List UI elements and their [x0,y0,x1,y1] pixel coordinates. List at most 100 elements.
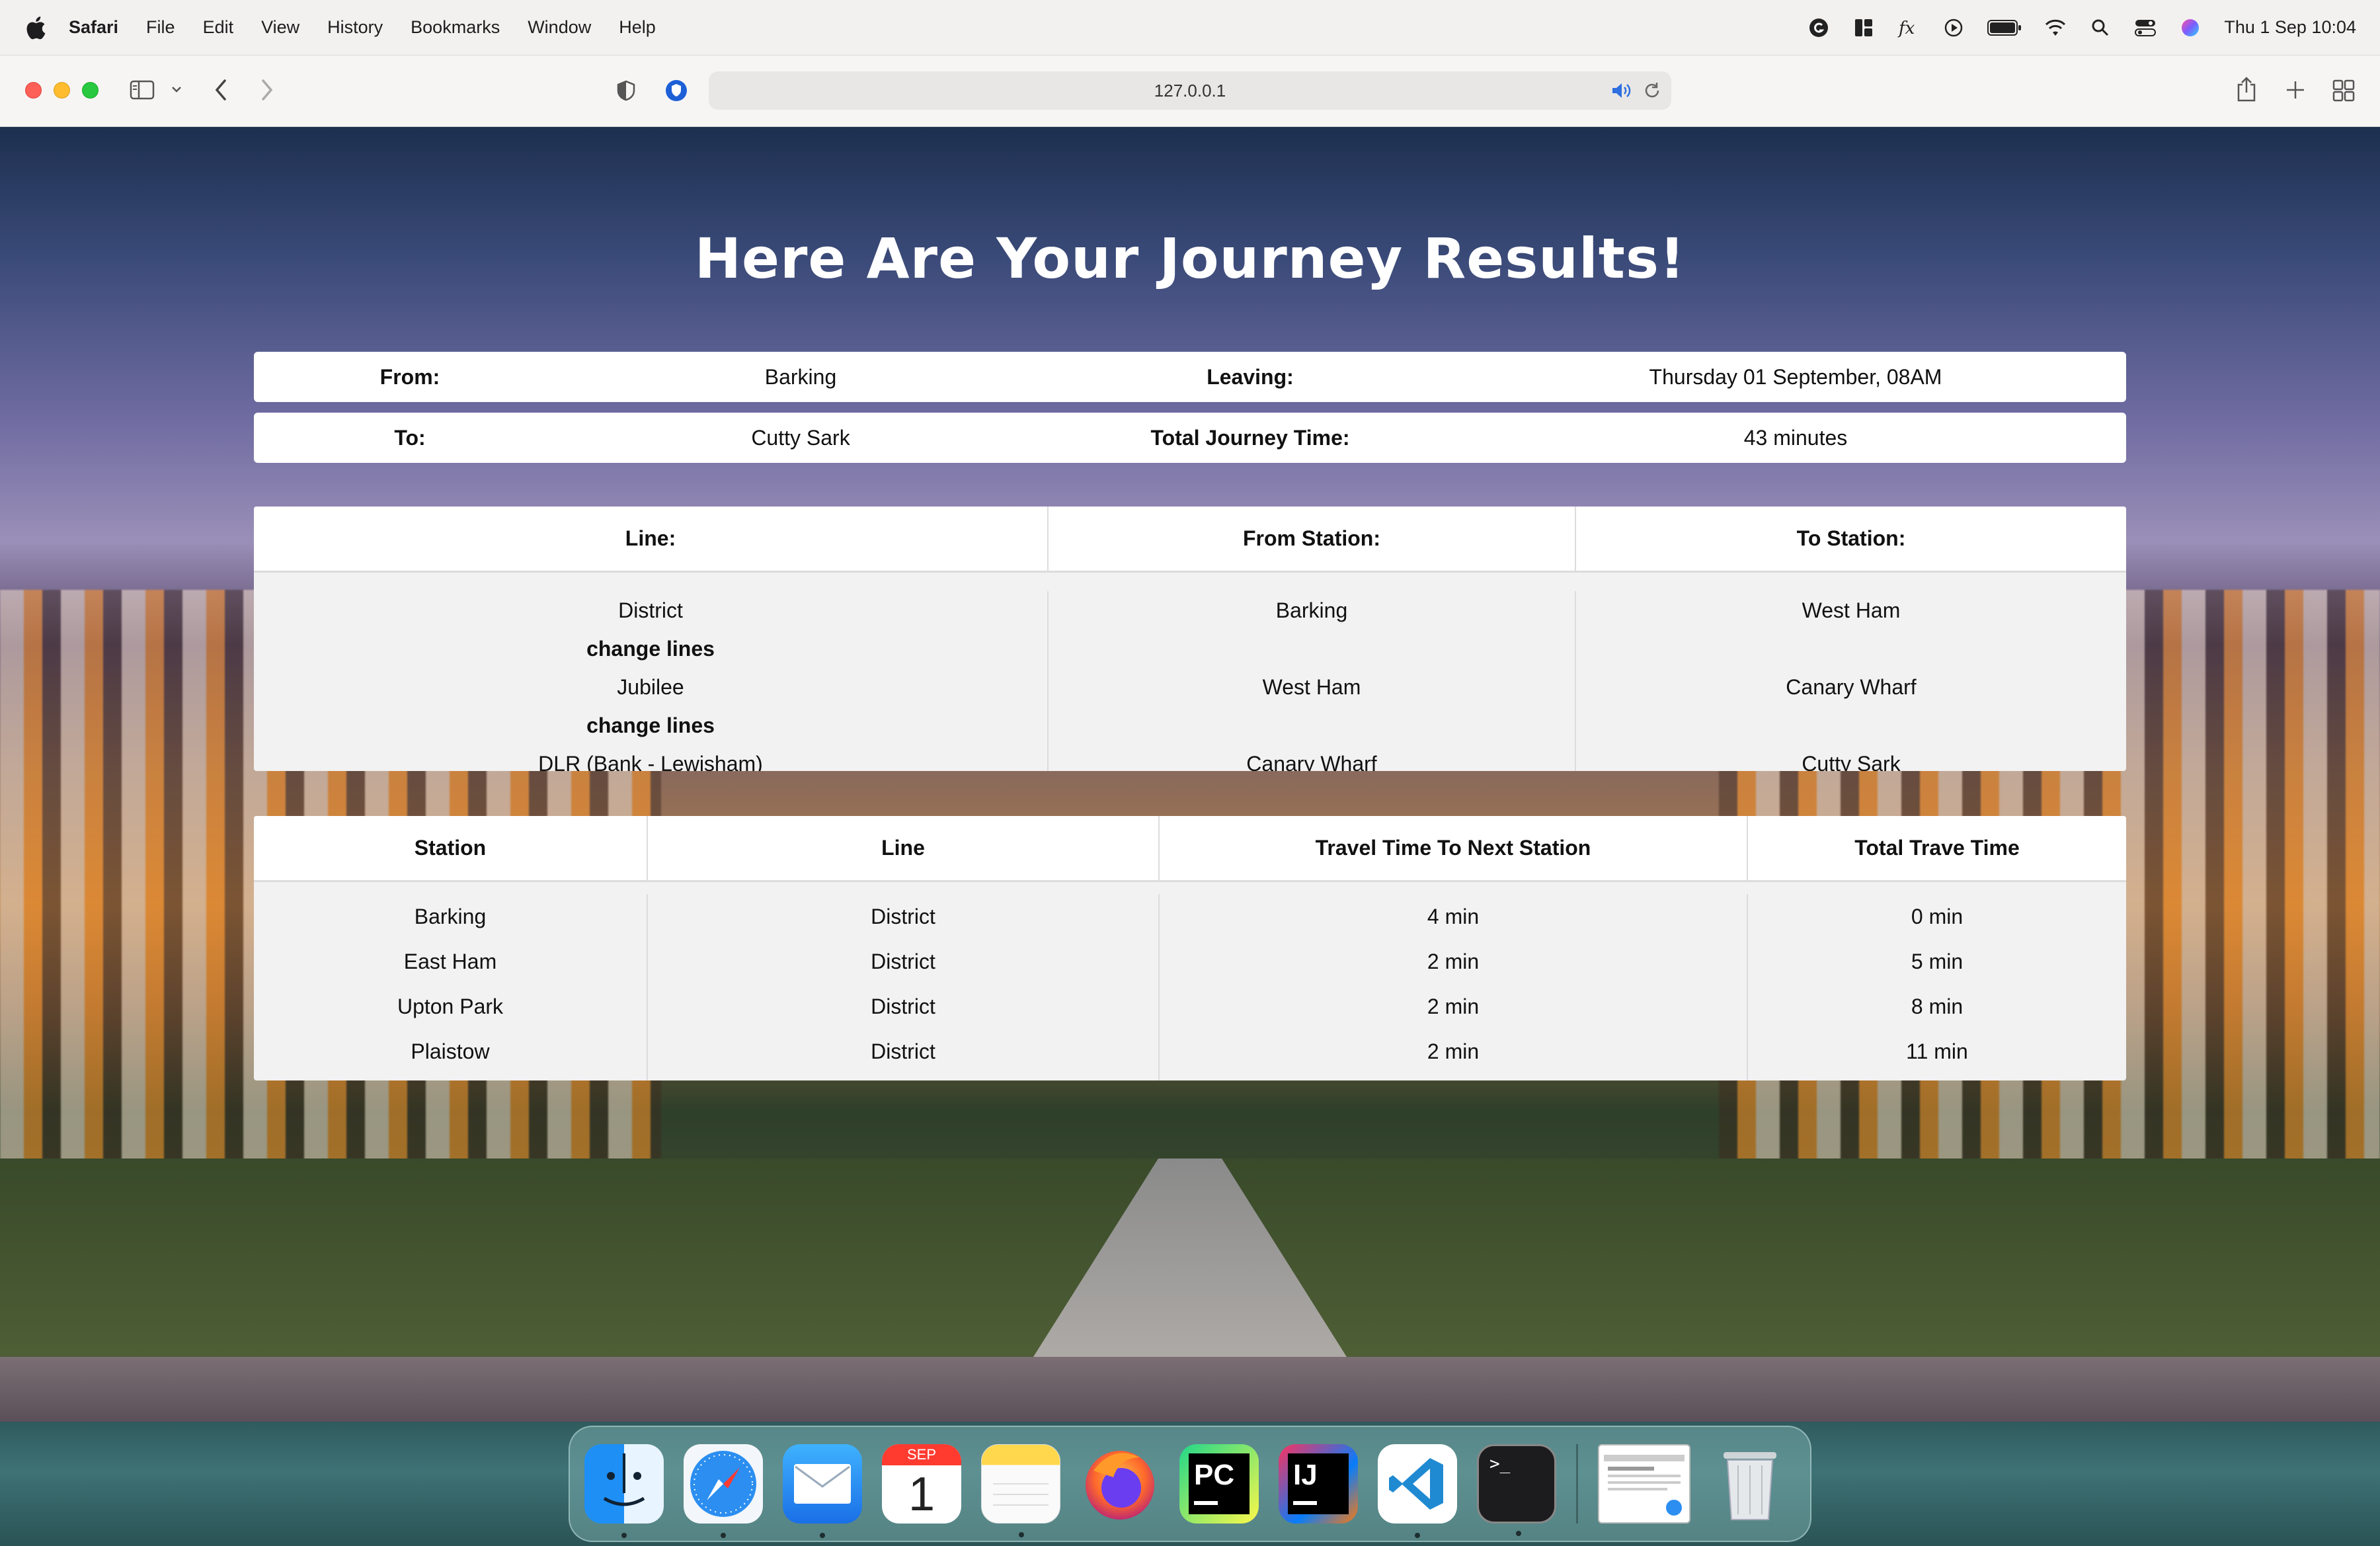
address-bar[interactable]: 127.0.0.1 [709,71,1671,110]
station-cell: East Ham [403,949,497,973]
calendar-month: SEP [882,1444,961,1465]
menu-edit[interactable]: Edit [203,17,234,38]
privacy-shield-icon[interactable] [615,79,637,102]
share-icon[interactable] [2235,75,2258,103]
browser-toolbar: 127.0.0.1 [0,56,2380,127]
calendar-day: 1 [908,1468,935,1521]
page-title: Here Are Your Journey Results! [694,226,1686,291]
function-icon[interactable]: fx [1897,17,1920,39]
minimized-window-thumbnail[interactable] [1598,1444,1690,1524]
to-label: To: [394,425,426,450]
apple-menu-icon[interactable] [24,15,46,41]
zoom-window-button[interactable] [82,82,99,99]
forward-button[interactable] [259,78,275,102]
total-time-cell: 11 min [1906,1039,1968,1063]
menu-file[interactable]: File [146,17,175,38]
travel-time-cell: 2 min [1427,949,1480,973]
route-from-cell: Barking [1275,598,1348,622]
close-window-button[interactable] [25,82,42,99]
control-center-icon[interactable] [2134,17,2157,39]
running-indicator [1019,1532,1024,1537]
firefox-icon[interactable] [1080,1444,1160,1524]
url-text[interactable]: 127.0.0.1 [1154,81,1226,101]
route-to-cell [1576,706,2126,745]
terminal-icon[interactable]: >_ [1477,1444,1556,1536]
total-time-cell: 8 min [1911,994,1964,1018]
chevron-down-icon[interactable] [171,85,182,94]
total-time-cell: 0 min [1911,904,1964,928]
safari-icon[interactable] [684,1444,763,1538]
change-lines-label: change lines [586,713,715,737]
background-plaza [0,1357,2380,1422]
search-icon[interactable] [2089,17,2112,39]
summary-to-row: To: Cutty Sark Total Journey Time: 43 mi… [254,413,2126,463]
route-to-column: West Ham Canary Wharf Cutty Sark [1576,591,2126,772]
tab-overview-icon[interactable] [2332,79,2355,102]
route-line-column: District change lines Jubilee change lin… [254,591,1049,771]
station-table-header: Station Line Travel Time To Next Station… [254,816,2126,882]
total-time-cell: 5 min [1911,949,1964,973]
pycharm-icon[interactable]: PC [1179,1444,1259,1524]
station-table-body: Barking East Ham Upton Park Plaistow Dis… [254,882,2126,1080]
travel-time-column: 4 min 2 min 2 min 2 min [1160,894,1748,1080]
siri-icon[interactable] [2179,17,2202,39]
from-value: Barking [764,364,837,389]
finder-icon[interactable] [584,1444,664,1538]
route-from-cell: Canary Wharf [1246,751,1377,772]
menu-clock[interactable]: Thu 1 Sep 10:04 [2224,17,2356,38]
leaving-label: Leaving: [1207,364,1294,389]
reload-icon[interactable] [1642,81,1662,101]
play-icon[interactable] [1942,17,1965,39]
intellij-icon[interactable]: IJ [1279,1444,1358,1524]
running-indicator [820,1533,825,1538]
route-to-cell: West Ham [1802,598,1901,622]
from-label: From: [379,364,440,389]
extension-icon[interactable] [664,78,689,103]
route-line-cell: DLR (Bank - Lewisham) [538,751,763,772]
route-table-body: District change lines Jubilee change lin… [254,573,2126,771]
menu-history[interactable]: History [327,17,383,38]
vscode-icon[interactable] [1378,1444,1457,1538]
total-journey-value: 43 minutes [1743,425,1848,450]
mail-icon[interactable] [783,1444,862,1538]
running-indicator [1516,1531,1521,1536]
menu-window[interactable]: Window [528,17,591,38]
station-header-station: Station [254,816,648,880]
line-cell: District [871,949,935,973]
menu-app-name[interactable]: Safari [69,17,118,38]
trash-icon[interactable] [1710,1444,1790,1524]
calendar-icon[interactable]: SEP 1 [882,1444,961,1524]
widgets-icon[interactable] [1852,17,1875,39]
menu-view[interactable]: View [261,17,299,38]
line-cell: District [871,1039,935,1063]
route-from-cell [1049,706,1575,745]
station-header-line: Line [648,816,1160,880]
leaving-value: Thursday 01 September, 08AM [1649,364,1942,389]
route-to-cell: Cutty Sark [1802,751,1901,772]
route-to-cell: Canary Wharf [1786,674,1917,699]
back-button[interactable] [213,78,229,102]
speaker-icon[interactable] [1610,81,1632,101]
travel-time-cell: 2 min [1427,994,1480,1018]
route-header-to: To Station: [1796,526,1906,550]
sidebar-toggle-icon[interactable] [130,79,156,101]
route-from-cell [1049,630,1575,668]
new-tab-icon[interactable] [2285,79,2306,101]
route-from-column: Barking West Ham Canary Wharf [1049,591,1576,771]
notes-icon[interactable] [981,1444,1060,1537]
travel-time-cell: 2 min [1427,1039,1480,1063]
running-indicator [621,1533,627,1538]
station-name-column: Barking East Ham Upton Park Plaistow [254,894,648,1080]
summary-from-row: From: Barking Leaving: Thursday 01 Septe… [254,352,2126,402]
station-header-travel-time: Travel Time To Next Station [1160,816,1748,880]
menu-bookmarks[interactable]: Bookmarks [411,17,500,38]
route-to-cell [1576,630,2126,668]
window-controls [25,82,99,99]
minimize-window-button[interactable] [54,82,70,99]
battery-icon[interactable] [1987,17,2022,39]
grammarly-icon[interactable] [1807,17,1830,39]
station-line-column: District District District District [648,894,1160,1080]
wifi-icon[interactable] [2044,17,2067,39]
route-line-cell: District [618,598,683,622]
menu-help[interactable]: Help [619,17,656,38]
